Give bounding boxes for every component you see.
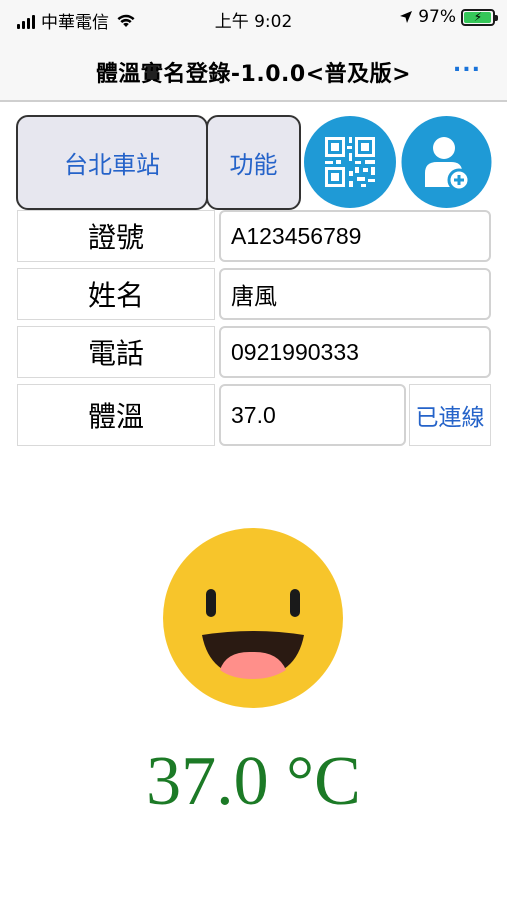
station-button[interactable]: 台北車站 <box>16 115 208 210</box>
navigation-bar: 體溫實名登錄-1.0.0<普及版> ... <box>0 36 507 102</box>
id-label: 證號 <box>17 210 215 262</box>
temperature-field[interactable] <box>219 384 406 446</box>
function-button[interactable]: 功能 <box>206 115 301 210</box>
battery-percent: 97% <box>418 7 456 27</box>
status-bar: 中華電信 上午 9:02 97% ⚡ <box>0 0 507 36</box>
temperature-display: 37.0 °C <box>146 743 361 820</box>
id-field[interactable] <box>219 210 491 262</box>
name-field[interactable] <box>219 268 491 320</box>
status-right: 97% ⚡ <box>399 7 498 27</box>
add-user-icon[interactable] <box>401 115 492 209</box>
happy-face-icon <box>163 528 343 708</box>
phone-label: 電話 <box>17 326 215 378</box>
page-title: 體溫實名登錄-1.0.0<普及版> <box>95 62 412 87</box>
name-label: 姓名 <box>17 268 215 320</box>
battery-icon: ⚡ <box>461 8 498 26</box>
connection-status-button[interactable]: 已連線 <box>409 384 491 446</box>
charging-bolt-icon: ⚡ <box>473 9 483 24</box>
location-arrow-icon <box>400 11 413 23</box>
phone-field[interactable] <box>219 326 491 378</box>
temperature-label: 體溫 <box>17 384 215 446</box>
qr-code-icon[interactable] <box>303 115 397 209</box>
more-menu-button[interactable]: ... <box>453 52 481 77</box>
